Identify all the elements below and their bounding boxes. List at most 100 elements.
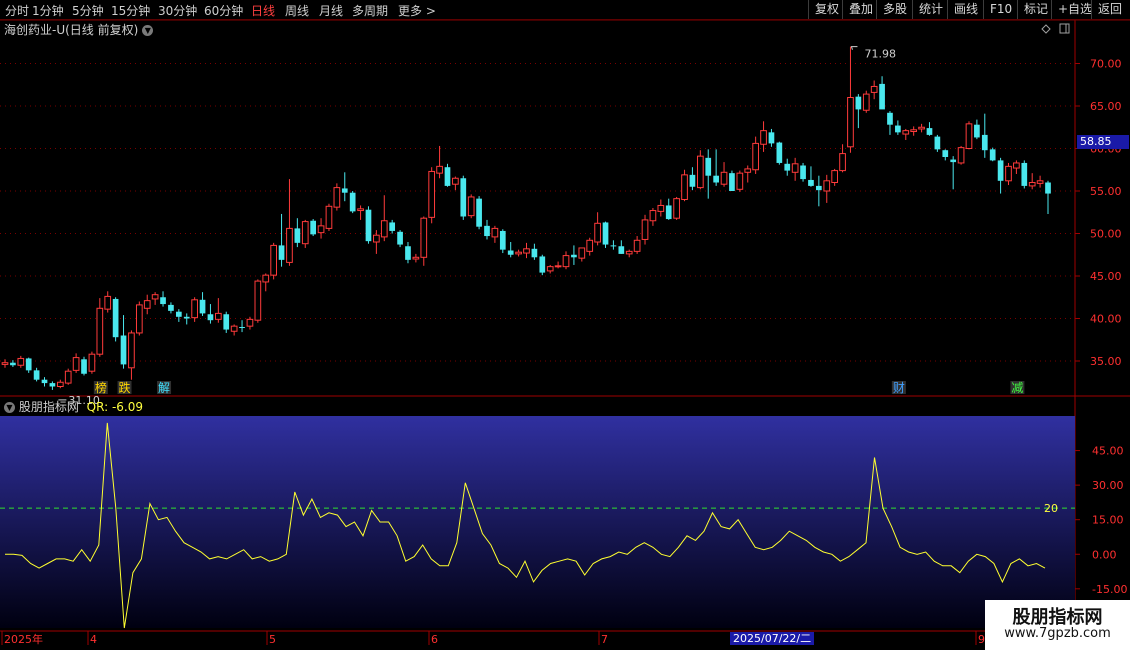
candle-body-down [294,228,301,243]
main-gridlines: 70.0065.0060.0055.0050.0045.0040.0035.00 [0,58,1122,368]
candle-body-down [405,246,411,260]
x-tick-label: 5 [269,633,276,646]
candle-body-up [1013,162,1020,169]
candle-body-up [380,220,388,238]
candle-body-down [175,311,182,317]
indicator-name: 股朋指标网 [18,400,79,414]
candle-body-up [720,171,728,185]
candle-body-up [594,222,601,243]
panel-toggle-icon [1059,23,1070,34]
indicator-qr-value: QR: -6.09 [86,400,143,414]
candle-body-up [657,204,665,212]
candle-body-down [389,222,396,231]
candle-body-up [744,168,752,173]
candle-body-down [278,245,285,260]
candle-body-down [997,160,1004,181]
candle-body-down [160,297,166,305]
candle-body-up [357,208,364,212]
candle-body-up [64,370,72,384]
candle-body-up [428,170,436,218]
ind-y-tick-label: 0.00 [1092,548,1117,561]
candle-body-up [56,381,64,387]
kline-chart[interactable]: 70.00 65.00 6 0.00 55.00 50.00 45.00 40.00 35.00… [0,0,1130,650]
candle-body-down [1045,182,1051,194]
candle-body-down [974,124,980,138]
candle-body-up [625,250,633,255]
candle-body-up [128,332,135,369]
candle-body-down [33,370,40,380]
x-tick-label: 9 [978,633,985,646]
y-tick-label: 55.00 [1090,185,1122,198]
candle-body-down [81,359,87,374]
ind-y-tick-label: 30.00 [1092,479,1124,492]
y-tick-label: 35.00 [1090,355,1122,368]
candle-body-up [17,357,25,366]
indicator-panel: 45.00 30.00 15.00 0.00 -15.00 20 [0,416,1127,629]
candle-body-up [151,294,159,300]
candle-body-up [760,130,767,145]
candle-body-down [507,250,514,255]
candle-body-up [104,295,112,310]
candle-body-down [49,383,56,387]
current-price-tag: 58.85 [1077,135,1129,149]
ind-y-tick-label: -15.00 [1092,583,1127,596]
candle-body-up [791,163,799,173]
candle-body-up [562,255,570,268]
high-price-label: 71.98 [864,48,896,61]
candle-body-up [649,210,657,222]
candle-body-up [586,239,594,252]
candle-body-down [199,299,206,314]
candle-body-up [214,312,222,320]
candle-body-down [499,230,506,250]
candle-body-up [491,227,499,238]
reference-label: 20 [1044,502,1058,515]
ind-y-tick-label: 15.00 [1092,514,1124,527]
candle-body-up [736,172,744,190]
candle-body-up [870,85,878,93]
candle-body-up [696,155,704,189]
candle-body-up [902,130,910,135]
candle-body-up [254,280,262,321]
candle-body-up [1005,165,1012,182]
candle-body-down [689,174,696,187]
indicator-background [0,416,1075,628]
y-tick-label: 50.00 [1090,228,1122,241]
x-tick-label: 2025年 [4,632,43,646]
candle-body-up [515,251,522,255]
x-tick-label: 7 [601,633,608,646]
candle-body-down [705,157,712,176]
candle-body-up [831,170,839,184]
candle-body-down [239,327,245,328]
candlestick-series [1,46,1051,390]
candle-body-down [989,149,996,161]
candle-body-up [681,174,688,201]
candle-body-up [633,239,641,252]
ind-y-tick-label: 45.00 [1092,445,1124,458]
candle-body-down [784,163,791,171]
x-tick-label: 6 [431,633,438,646]
candle-body-down [800,165,806,180]
candle-body-up [286,227,293,263]
candle-body-up [862,93,870,111]
marker-label: 财 [893,381,905,395]
candle-body-up [246,318,254,327]
candle-body-up [1,362,9,365]
candle-body-up [641,219,649,240]
candle-body-down [610,245,617,247]
candle-body-up [72,357,80,371]
candle-body-down [934,136,941,150]
candle-body-up [910,129,918,133]
candle-body-up [301,221,309,245]
watermark: 股朋指标网 www.7gpzb.com [985,600,1130,650]
candle-body-up [436,165,443,174]
candle-body-down [808,179,814,186]
candle-body-up [523,248,530,254]
y-tick-label: 40.00 [1090,313,1122,326]
candle-body-down [895,125,901,133]
indicator-title[interactable]: ▼ 股朋指标网 QR: -6.09 [4,398,143,415]
candle-body-up [270,244,277,276]
candle-body-down [768,132,775,144]
chevron-down-icon[interactable]: ▼ [4,402,15,413]
candle-body-down [207,314,214,321]
candle-body-up [135,304,143,334]
